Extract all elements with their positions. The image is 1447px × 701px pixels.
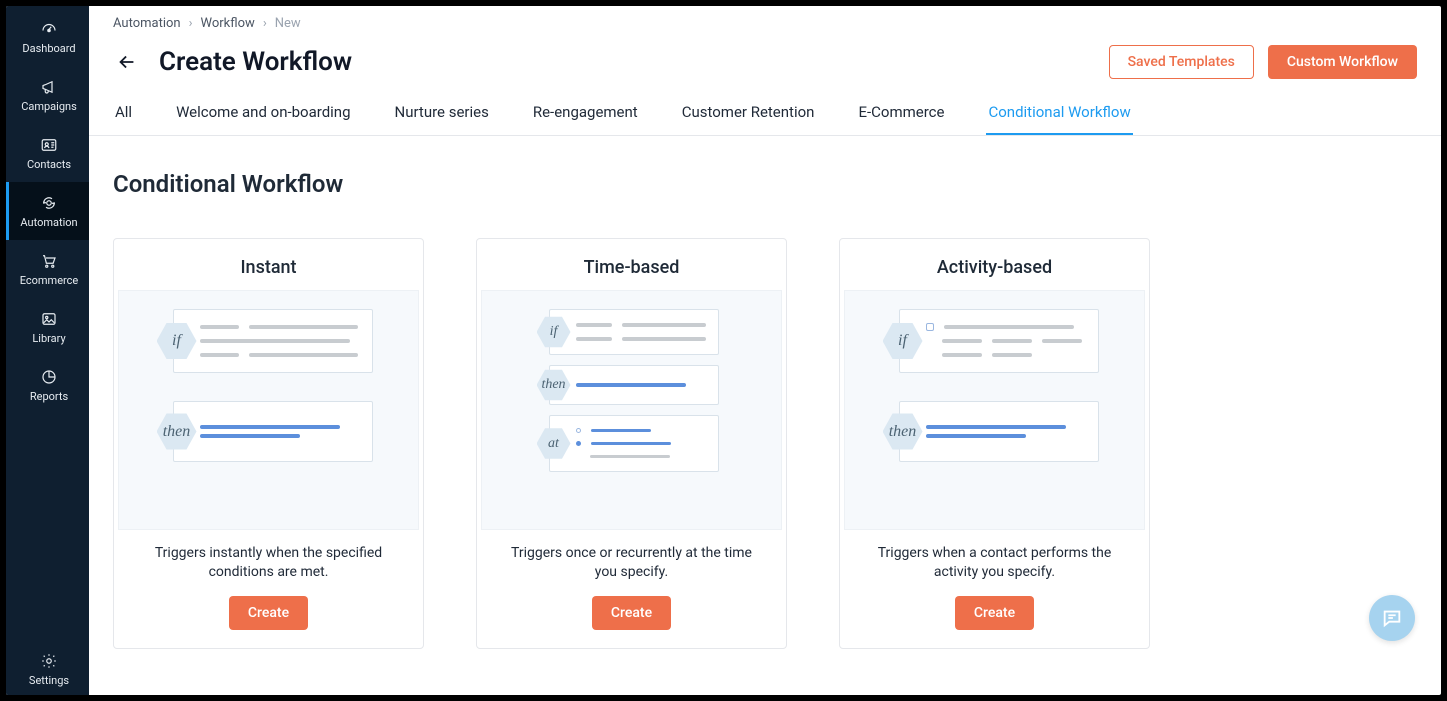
sidebar-item-settings[interactable]: Settings	[6, 643, 89, 695]
card-description: Triggers instantly when the specified co…	[114, 544, 423, 596]
sidebar-item-label: Contacts	[27, 158, 71, 171]
card-time-based: Time-based if then	[476, 238, 787, 649]
tab-customer-retention[interactable]: Customer Retention	[680, 93, 817, 135]
custom-workflow-button[interactable]: Custom Workflow	[1268, 45, 1417, 79]
breadcrumb: Automation › Workflow › New	[89, 6, 1441, 41]
chevron-right-icon: ›	[263, 16, 267, 31]
breadcrumb-new: New	[275, 16, 301, 31]
create-time-based-button[interactable]: Create	[592, 596, 671, 630]
section-title: Conditional Workflow	[113, 170, 1417, 198]
breadcrumb-automation[interactable]: Automation	[113, 16, 181, 31]
tab-all[interactable]: All	[113, 93, 134, 135]
tab-nurture-series[interactable]: Nurture series	[393, 93, 491, 135]
sidebar-item-ecommerce[interactable]: Ecommerce	[6, 240, 89, 298]
reports-icon	[38, 368, 60, 386]
card-illustration-time: if then	[481, 290, 782, 530]
megaphone-icon	[38, 78, 60, 96]
sidebar-item-library[interactable]: Library	[6, 298, 89, 356]
content: Conditional Workflow Instant if	[89, 136, 1441, 689]
main: Automation › Workflow › New Create Workf…	[89, 6, 1441, 695]
card-instant: Instant if	[113, 238, 424, 649]
sidebar-item-reports[interactable]: Reports	[6, 356, 89, 414]
sidebar: Dashboard Campaigns Contacts Automation	[6, 6, 89, 695]
tabs: All Welcome and on-boarding Nurture seri…	[89, 93, 1441, 136]
page-header: Create Workflow Saved Templates Custom W…	[89, 41, 1441, 93]
card-description: Triggers when a contact performs the act…	[840, 544, 1149, 596]
sidebar-item-label: Dashboard	[22, 42, 75, 55]
tab-welcome-onboarding[interactable]: Welcome and on-boarding	[174, 93, 352, 135]
card-activity-based: Activity-based if	[839, 238, 1150, 649]
back-button[interactable]	[113, 48, 141, 76]
sidebar-item-campaigns[interactable]: Campaigns	[6, 66, 89, 124]
workflow-cards: Instant if	[113, 238, 1417, 649]
sidebar-item-label: Library	[32, 332, 65, 345]
sidebar-item-label: Automation	[20, 216, 77, 229]
contacts-icon	[38, 136, 60, 154]
card-title: Time-based	[477, 239, 786, 290]
dashboard-icon	[38, 20, 60, 38]
create-instant-button[interactable]: Create	[229, 596, 308, 630]
sidebar-item-label: Ecommerce	[20, 274, 79, 287]
sidebar-item-label: Settings	[29, 674, 69, 687]
card-title: Activity-based	[840, 239, 1149, 290]
help-fab[interactable]	[1369, 595, 1415, 641]
sidebar-item-contacts[interactable]: Contacts	[6, 124, 89, 182]
breadcrumb-workflow[interactable]: Workflow	[201, 16, 255, 31]
sidebar-item-label: Reports	[30, 390, 68, 403]
card-description: Triggers once or recurrently at the time…	[477, 544, 786, 596]
page-title: Create Workflow	[159, 47, 352, 77]
tab-conditional-workflow[interactable]: Conditional Workflow	[986, 93, 1132, 135]
gear-icon	[38, 652, 60, 670]
automation-icon	[38, 194, 60, 212]
saved-templates-button[interactable]: Saved Templates	[1109, 45, 1254, 79]
sidebar-item-dashboard[interactable]: Dashboard	[6, 8, 89, 66]
create-activity-based-button[interactable]: Create	[955, 596, 1034, 630]
cart-icon	[38, 252, 60, 270]
card-title: Instant	[114, 239, 423, 290]
card-illustration-activity: if then	[844, 290, 1145, 530]
sidebar-item-automation[interactable]: Automation	[6, 182, 89, 240]
chevron-right-icon: ›	[189, 16, 193, 31]
tab-reengagement[interactable]: Re-engagement	[531, 93, 640, 135]
tab-ecommerce[interactable]: E-Commerce	[856, 93, 946, 135]
card-illustration-instant: if then	[118, 290, 419, 530]
sidebar-item-label: Campaigns	[21, 100, 77, 113]
library-icon	[38, 310, 60, 328]
